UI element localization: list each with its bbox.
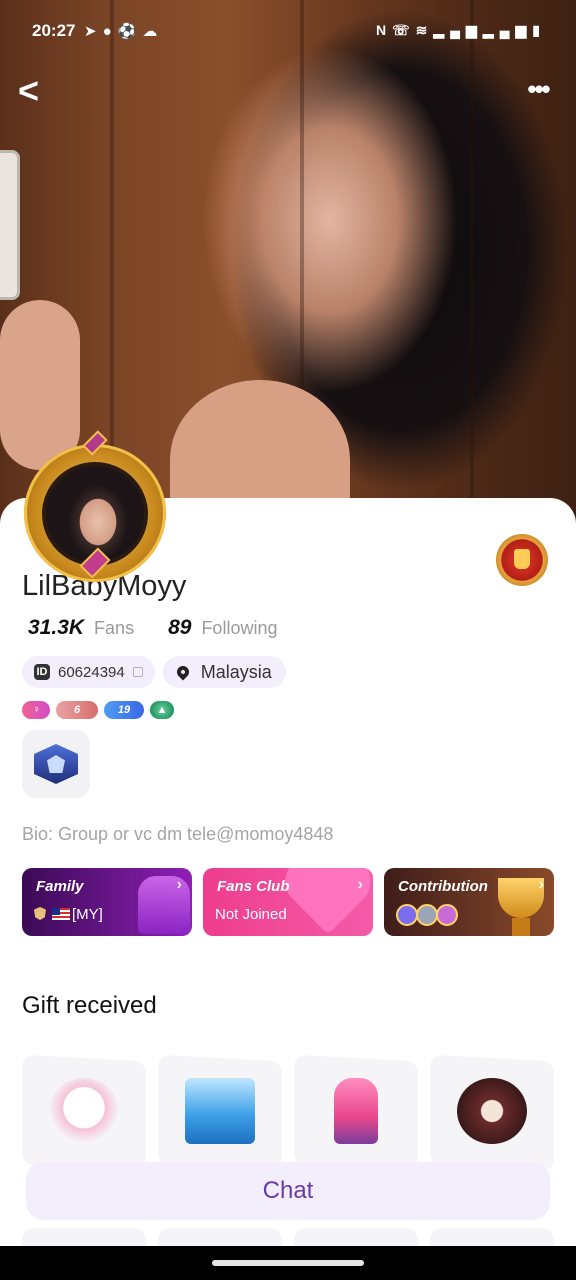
following-count[interactable]: 89 [168, 616, 191, 640]
malaysia-flag-icon [52, 908, 70, 920]
yacht-gift-icon [185, 1078, 255, 1144]
soccer-icon: ⚽ [117, 23, 143, 40]
location-value: Malaysia [200, 661, 272, 682]
back-button[interactable]: < [18, 72, 52, 112]
family-helmet-icon [138, 876, 190, 934]
trophy-icon [498, 878, 544, 936]
gift-item[interactable] [158, 1054, 282, 1172]
bear-gift-icon [49, 1078, 119, 1144]
bio-text: Bio: Group or vc dm tele@momoy4848 [22, 824, 334, 844]
heart-icon [292, 868, 364, 935]
medal-badge[interactable] [22, 730, 90, 798]
contribution-card[interactable]: Contribution › [384, 868, 554, 936]
chevron-right-icon: › [357, 876, 363, 893]
profile-sheet: LilBabyMoyy 31.3K Fans 89 Following ID 6… [0, 498, 576, 1258]
battery-icon: ▮ [532, 22, 546, 38]
fans-label[interactable]: Fans [94, 618, 134, 639]
gift-received-title: Gift received [22, 992, 157, 1019]
contribution-card-title: Contribution [398, 878, 488, 895]
family-card-title: Family [36, 878, 84, 895]
following-label[interactable]: Following [201, 618, 277, 639]
family-tag: [MY] [72, 906, 103, 923]
green-level-badge[interactable]: ▲ [150, 701, 174, 719]
top-contributors [396, 904, 458, 926]
system-nav-bar [0, 1246, 576, 1280]
status-left-icons: ➤●⚽☁ [84, 22, 163, 40]
signal-icon: ▂▄▆ [482, 22, 533, 38]
more-dots-icon: ••• [527, 74, 550, 104]
id-icon: ID [34, 664, 50, 680]
gender-badge: ♀ [22, 701, 50, 719]
gift-item[interactable] [294, 1054, 418, 1172]
wealth-level-badge[interactable]: 6 [56, 701, 98, 719]
back-arrow-icon: < [18, 70, 40, 111]
status-time: 20:27 [32, 21, 76, 40]
rank-badge-icon[interactable] [496, 534, 548, 586]
lantern-gift-icon [457, 1078, 527, 1144]
chat-icon: ● [102, 23, 118, 40]
chevron-right-icon: › [538, 876, 544, 893]
contributor-avatar [436, 904, 458, 926]
star-level-badge[interactable]: 19 [104, 701, 144, 719]
status-right-icons: N☏≋▂▄▆▂▄▆▮ [376, 22, 546, 39]
profile-chips: ID 60624394 Malaysia [22, 656, 286, 688]
copy-icon[interactable] [132, 667, 143, 677]
cover-phone [0, 150, 20, 300]
contributor-avatar [416, 904, 438, 926]
family-card[interactable]: Family › [MY] [22, 868, 192, 936]
user-id-value: 60624394 [58, 663, 125, 681]
fans-count[interactable]: 31.3K [28, 616, 84, 640]
home-gesture-pill[interactable] [212, 1260, 364, 1266]
chevron-right-icon: › [176, 876, 182, 893]
user-id-chip[interactable]: ID 60624394 [22, 656, 155, 688]
gift-item[interactable] [22, 1054, 146, 1172]
wifi-call-icon: ☏ [392, 22, 416, 38]
gift-item[interactable] [430, 1054, 554, 1172]
chat-button[interactable]: Chat [26, 1162, 550, 1220]
cloud-icon: ☁ [142, 23, 164, 40]
fans-club-card-title: Fans Club [217, 878, 290, 895]
fans-club-card[interactable]: Fans Club › Not Joined [203, 868, 373, 936]
signal-icon: ▂▄▆ [433, 22, 483, 38]
candy-machine-gift-icon [334, 1078, 378, 1144]
status-bar: 20:27 ➤●⚽☁ N☏≋▂▄▆▂▄▆▮ [0, 0, 576, 60]
avatar[interactable] [18, 430, 172, 582]
gift-grid [22, 1054, 554, 1172]
wall-panel-line [470, 0, 474, 540]
feature-cards: Family › [MY] Fans Club › Not Joined Con… [22, 868, 554, 936]
medal-hexagon-icon [34, 744, 78, 784]
profile-stats: 31.3K Fans 89 Following [28, 616, 311, 646]
family-card-value: [MY] [34, 906, 103, 923]
fans-club-status: Not Joined [215, 906, 287, 923]
wifi-icon: ≋ [415, 22, 434, 38]
telegram-icon: ➤ [84, 23, 103, 40]
contributor-avatar [396, 904, 418, 926]
nfc-icon: N [376, 22, 393, 38]
location-chip: Malaysia [162, 656, 286, 688]
level-badges: ♀ 6 19 ▲ [22, 701, 174, 719]
more-options-button[interactable]: ••• [518, 72, 558, 112]
family-shield-icon [34, 907, 46, 920]
location-pin-icon [174, 663, 192, 681]
